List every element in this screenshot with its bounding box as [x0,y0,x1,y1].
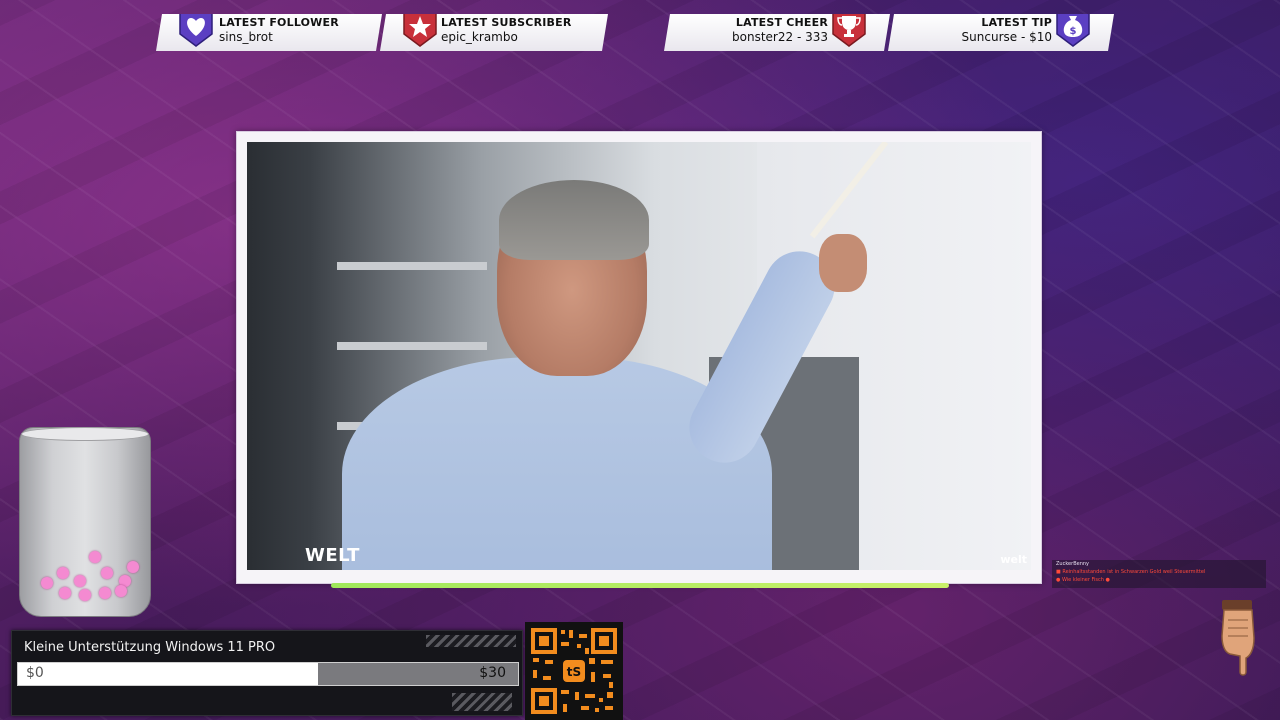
goal-hatch-decoration [452,693,512,711]
goal-progress-bar: $0 $30 [17,662,519,686]
goal-end-label: $30 [479,665,506,681]
qr-code-icon: tS [525,622,623,720]
chat-message: ■ Reinhaltsstanden ist in Schwarzen Gold… [1056,569,1206,575]
heart-token-icon [127,561,139,573]
heart-token-icon [79,589,91,601]
star-badge-icon [400,8,440,48]
heart-token-icon [59,587,71,599]
alert-title: LATEST SUBSCRIBER [441,16,572,29]
pointing-hand-icon [1216,598,1260,678]
galley-shelf [337,262,487,270]
money-bag-badge-icon: $ [1053,8,1093,48]
heart-token-icon [101,567,113,579]
goal-title: Kleine Unterstützung Windows 11 PRO [24,640,276,655]
heart-token-icon [41,577,53,589]
heart-token-icon [57,567,69,579]
donation-goal-widget: Kleine Unterstützung Windows 11 PRO $0 $… [11,630,523,716]
chat-overlay: ZuckerBenny ■ Reinhaltsstanden ist in Sc… [1052,560,1266,588]
alert-value: Suncurse - $10 [961,30,1052,44]
svg-text:$: $ [1070,26,1077,37]
heart-token-icon [89,551,101,563]
alert-value: sins_brot [219,30,273,44]
alert-title: LATEST FOLLOWER [219,16,339,29]
chat-username: ZuckerBenny [1056,561,1089,567]
goal-progress-fill [18,663,318,685]
person-hair [499,180,649,260]
goal-start-label: $0 [26,665,44,681]
latest-tip-panel: LATEST TIP Suncurse - $10 $ [888,14,1114,51]
heart-token-icon [74,575,86,587]
welt-small-watermark: welt [1000,553,1027,566]
welt-watermark: WELT [305,545,360,566]
latest-subscriber-panel: LATEST SUBSCRIBER epic_krambo [380,14,608,51]
svg-text:tS: tS [567,665,581,679]
latest-cheer-panel: LATEST CHEER bonster22 - 333 [664,14,890,51]
alert-title: LATEST TIP [981,16,1052,29]
video-player[interactable]: WELT welt [247,142,1031,570]
heart-token-icon [115,585,127,597]
tip-jar [19,427,151,617]
alert-value: epic_krambo [441,30,518,44]
goal-hatch-decoration [426,635,516,647]
heart-token-icon [99,587,111,599]
person-hand [819,234,867,292]
heart-badge-icon [176,8,216,48]
chat-message: ● Wie kleiner Fisch ● [1056,577,1110,583]
trophy-badge-icon [829,8,869,48]
video-frame: WELT welt [236,131,1042,584]
galley-shelf [337,342,487,350]
jar-rim [21,427,149,441]
alert-value: bonster22 - 333 [732,30,828,44]
alert-title: LATEST CHEER [735,16,828,29]
video-accent-line [331,583,949,588]
latest-follower-panel: LATEST FOLLOWER sins_brot [156,14,382,51]
